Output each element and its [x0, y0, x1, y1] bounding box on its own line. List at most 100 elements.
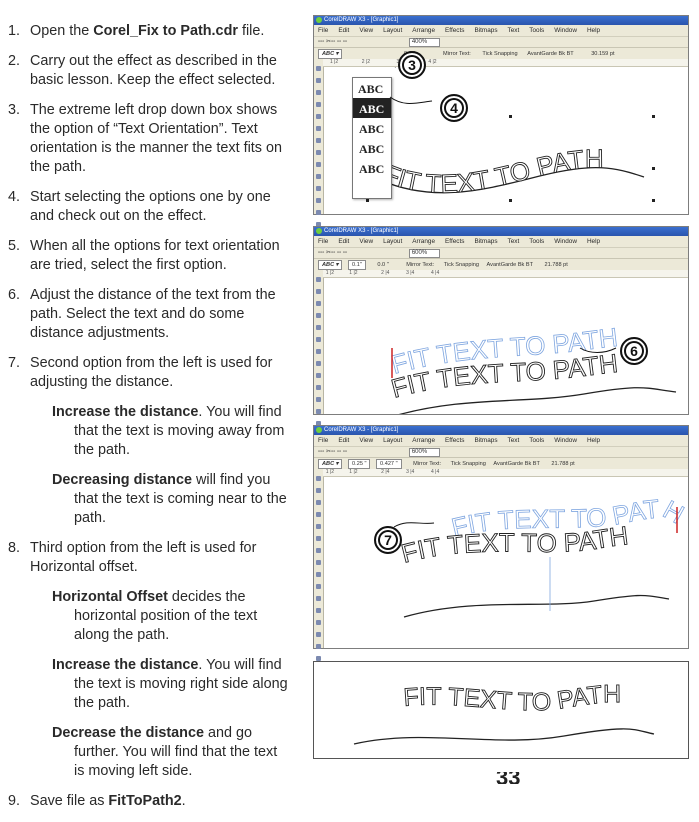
menu-text[interactable]: Text — [508, 27, 520, 34]
menu-layout[interactable]: Layout — [383, 437, 402, 444]
svg-text:ABC: ABC — [359, 142, 384, 156]
text-orientation-select[interactable]: ABC ▾ — [318, 49, 343, 59]
menu-bitmaps[interactable]: Bitmaps — [474, 238, 497, 245]
standard-toolbar: ▫▫▫ ✂▫▫ ▫▫ ▫▫ 600% — [314, 447, 688, 458]
mirror-text-label: Mirror Text: — [406, 262, 435, 268]
orientation-option-skew-vertical[interactable]: ABC — [353, 98, 391, 118]
menu-window[interactable]: Window — [554, 437, 577, 444]
tick-snapping-button[interactable]: Tick Snapping — [482, 51, 517, 57]
menu-arrange[interactable]: Arrange — [412, 238, 435, 245]
corel-logo-icon — [316, 17, 322, 23]
title-bar: CorelDRAW X3 - [Graphic1] — [314, 227, 688, 236]
drawing-canvas[interactable]: FIT TEXT TO PATH FIT TEXT TO PATH — [324, 477, 688, 648]
font-select[interactable]: AvantGarde Bk BT — [527, 51, 573, 57]
orientation-option-upright[interactable]: ABC — [353, 138, 391, 158]
distance-field[interactable]: 0.25 " — [348, 459, 371, 469]
menu-effects[interactable]: Effects — [445, 437, 464, 444]
instruction-note: Horizontal Offset decides the horizontal… — [52, 588, 290, 645]
bold-text: Horizontal Offset — [52, 589, 168, 605]
text-run: Carry out the effect as described in the… — [30, 53, 277, 88]
zoom-select[interactable]: 400% — [408, 38, 441, 47]
menu-arrange[interactable]: Arrange — [412, 437, 435, 444]
step-number: 8. — [8, 540, 21, 556]
instruction-note: Decrease the distance and go further. Yo… — [52, 724, 290, 781]
menu-edit[interactable]: Edit — [338, 238, 349, 245]
callout-arrow — [393, 522, 435, 528]
orientation-option-skew-horizontal[interactable]: ABC — [353, 118, 391, 138]
zoom-select[interactable]: 600% — [408, 249, 441, 258]
tick-snapping-button[interactable]: Tick Snapping — [451, 461, 486, 467]
horizontal-ruler: 1 |2 2 |2 3 |2 4 |2 — [323, 59, 688, 67]
menu-window[interactable]: Window — [554, 238, 577, 245]
menu-help[interactable]: Help — [587, 27, 600, 34]
corel-logo-icon — [316, 228, 322, 234]
orientation-option-rotate[interactable]: ABC — [353, 78, 391, 98]
instruction-note: Increase the distance. You will find tha… — [52, 403, 290, 460]
path-text: FIT TEXT TO PATH — [379, 144, 604, 199]
menu-layout[interactable]: Layout — [383, 238, 402, 245]
menu-tools[interactable]: Tools — [529, 238, 544, 245]
menu-file[interactable]: File — [318, 238, 328, 245]
horizontal-ruler: 1 |2 1 |2 2 |4 3 |4 4 |4 — [323, 270, 688, 278]
step-number: 5. — [8, 238, 21, 254]
font-size-field[interactable]: 21.788 pt — [551, 461, 574, 467]
menu-bitmaps[interactable]: Bitmaps — [474, 437, 497, 444]
text-run: Save file as — [30, 793, 109, 809]
corel-logo-icon — [316, 427, 322, 433]
screenshot-text-orientation: CorelDRAW X3 - [Graphic1] File Edit View La… — [313, 15, 689, 239]
menu-window[interactable]: Window — [554, 27, 577, 34]
menu-tools[interactable]: Tools — [529, 27, 544, 34]
menu-layout[interactable]: Layout — [383, 27, 402, 34]
screenshot-horizontal-offset: CorelDRAW X3 - [Graphic1] File Edit View La… — [313, 425, 689, 661]
drawing-canvas[interactable]: FIT TEXT TO PATH ABC ABC ABC ABC ABC — [324, 67, 688, 214]
title-bar: CorelDRAW X3 - [Graphic1] — [314, 16, 688, 25]
horizontal-offset-field[interactable]: 0.427 " — [376, 459, 402, 469]
instruction-step: 2. Carry out the effect as described in t… — [8, 52, 290, 90]
menu-edit[interactable]: Edit — [338, 437, 349, 444]
text-orientation-select[interactable]: ABC ▾ — [318, 260, 343, 270]
svg-text:ABC: ABC — [358, 82, 383, 96]
bold-text: Corel_Fix to Path.cdr — [93, 23, 238, 39]
text-run: Second option from the left is used for … — [30, 355, 273, 390]
menu-effects[interactable]: Effects — [445, 238, 464, 245]
font-select[interactable]: AvantGarde Bk BT — [493, 461, 539, 467]
menu-bitmaps[interactable]: Bitmaps — [474, 27, 497, 34]
text-run: Open the — [30, 23, 94, 39]
menu-file[interactable]: File — [318, 437, 328, 444]
standard-toolbar: ▫▫▫ ✂▫▫ ▫▫ ▫▫ 400% — [314, 37, 688, 48]
step-number: 2. — [8, 53, 21, 69]
menu-edit[interactable]: Edit — [338, 27, 349, 34]
bold-text: FitToPath2 — [108, 793, 182, 809]
instruction-step: 6. Adjust the distance of the text from t… — [8, 286, 290, 343]
menu-text[interactable]: Text — [508, 238, 520, 245]
menu-tools[interactable]: Tools — [529, 437, 544, 444]
font-size-field[interactable]: 21.788 pt — [545, 262, 568, 268]
text-orientation-dropdown[interactable]: ABC ABC ABC ABC ABC — [352, 77, 392, 199]
mirror-text-label: Mirror Text: — [442, 51, 471, 57]
instruction-note: Increase the distance. You will find the… — [52, 656, 290, 713]
menu-view[interactable]: View — [359, 238, 373, 245]
menu-arrange[interactable]: Arrange — [412, 27, 435, 34]
font-select[interactable]: AvantGarde Bk BT — [487, 262, 533, 268]
menu-file[interactable]: File — [318, 27, 328, 34]
bold-text: Increase the distance — [52, 657, 199, 673]
instruction-step: 3. The extreme left drop down box shows t… — [8, 101, 290, 177]
text-run: The extreme left drop down box shows the… — [30, 102, 282, 175]
orientation-option-stacked[interactable]: ABC — [353, 158, 391, 178]
menu-view[interactable]: View — [359, 27, 373, 34]
callout-4: 4 — [440, 94, 468, 122]
menu-view[interactable]: View — [359, 437, 373, 444]
menu-effects[interactable]: Effects — [445, 27, 464, 34]
zoom-select[interactable]: 600% — [408, 448, 441, 457]
text-orientation-select[interactable]: ABC ▾ — [318, 459, 343, 469]
menu-text[interactable]: Text — [508, 437, 520, 444]
toolbox — [314, 270, 324, 438]
horizontal-ruler: 1 |2 1 |2 2 |4 3 |4 4 |4 — [323, 469, 688, 477]
menu-help[interactable]: Help — [587, 437, 600, 444]
offset-field[interactable]: 0.0 " — [377, 262, 388, 268]
distance-field[interactable]: 0.1" — [348, 260, 366, 270]
menu-help[interactable]: Help — [587, 238, 600, 245]
tick-snapping-button[interactable]: Tick Snapping — [444, 262, 479, 268]
title-bar: CorelDRAW X3 - [Graphic1] — [314, 426, 688, 435]
font-size-field[interactable]: 30.159 pt — [591, 51, 614, 57]
